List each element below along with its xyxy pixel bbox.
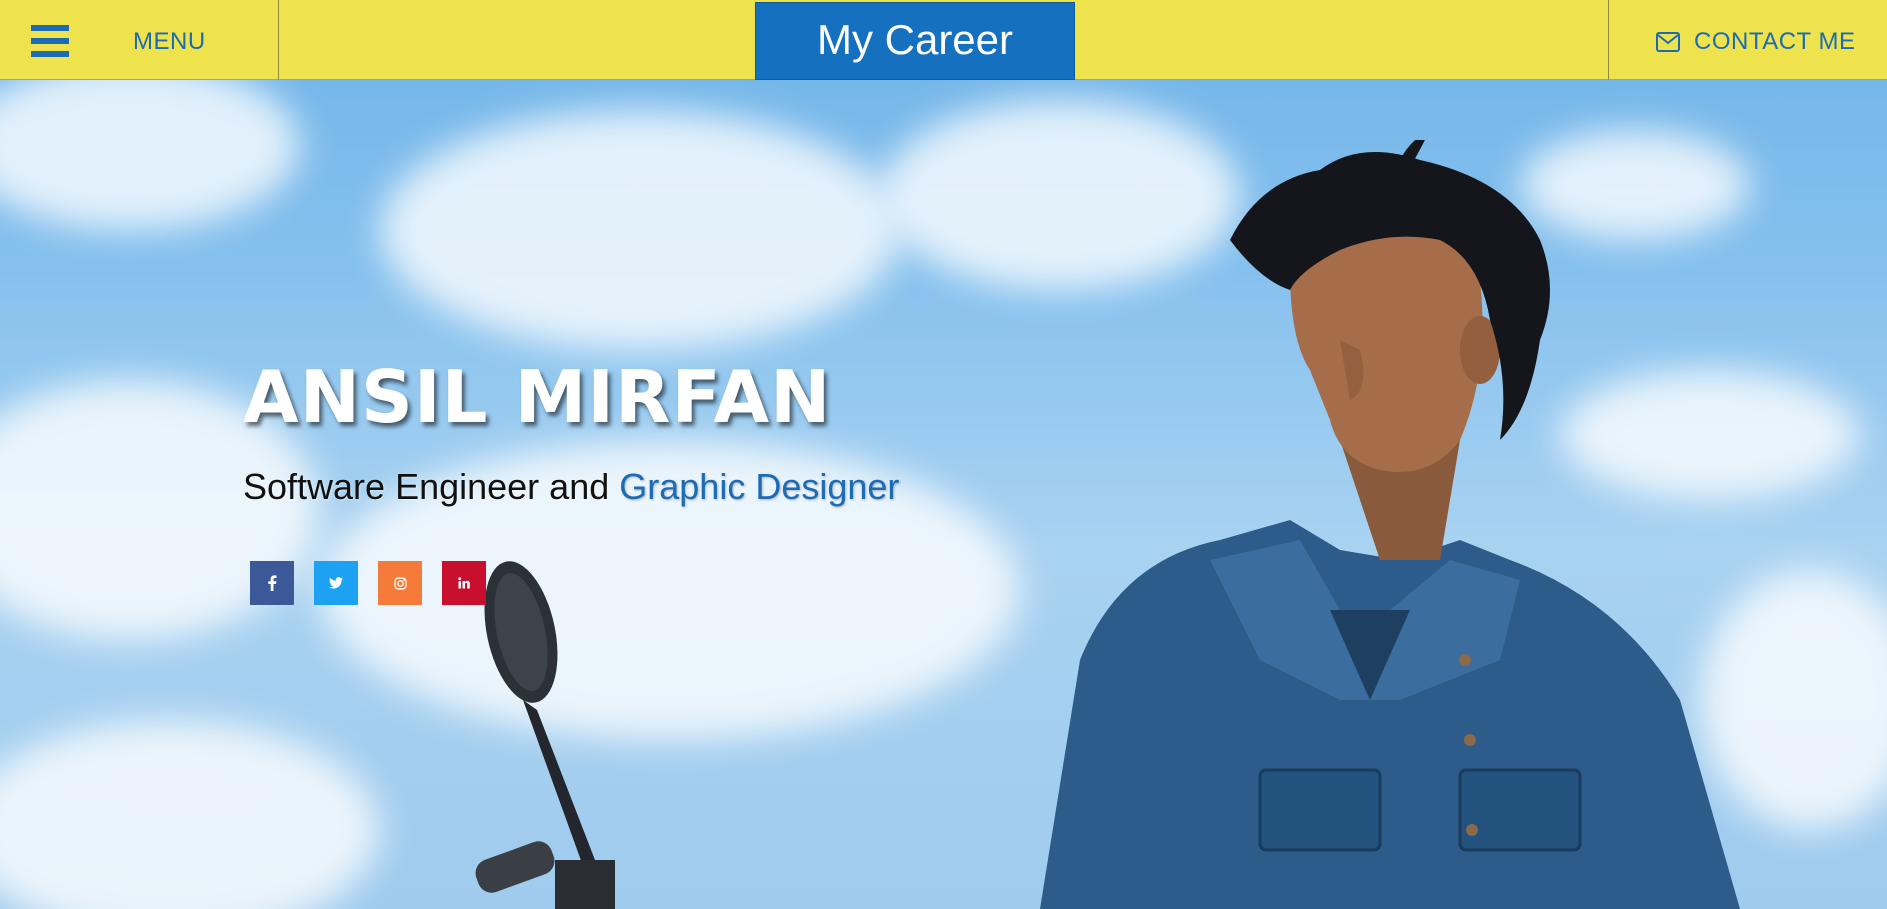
page: MENU My Career CONTACT ME ANSIL MIRFAN S… <box>0 0 1887 909</box>
linkedin-link[interactable] <box>442 561 486 605</box>
linkedin-icon <box>458 577 470 589</box>
hero-subtitle: Software Engineer and Graphic Designer <box>243 466 899 508</box>
hamburger-icon[interactable] <box>31 25 69 57</box>
top-navbar: MENU My Career CONTACT ME <box>0 0 1887 80</box>
cloud <box>0 60 300 230</box>
cloud <box>0 720 380 909</box>
hero-name: ANSIL MIRFAN <box>243 355 832 439</box>
menu-label[interactable]: MENU <box>133 28 206 56</box>
menu-button[interactable]: MENU <box>0 0 279 80</box>
subtitle-role: Software Engineer and <box>243 466 610 507</box>
facebook-icon <box>268 575 277 591</box>
scooter-mirror-image <box>475 561 615 909</box>
twitter-link[interactable] <box>314 561 358 605</box>
instagram-link[interactable] <box>378 561 422 605</box>
twitter-icon <box>329 577 343 589</box>
cloud <box>380 110 900 350</box>
person-photo <box>1040 140 1740 909</box>
subtitle-accent-role: Graphic Designer <box>619 466 900 507</box>
brand-title[interactable]: My Career <box>755 2 1075 80</box>
envelope-icon[interactable] <box>1656 32 1680 52</box>
facebook-link[interactable] <box>250 561 294 605</box>
instagram-icon <box>393 576 407 590</box>
contact-me-label[interactable]: CONTACT ME <box>1694 28 1855 56</box>
contact-me-button[interactable]: CONTACT ME <box>1608 0 1887 80</box>
